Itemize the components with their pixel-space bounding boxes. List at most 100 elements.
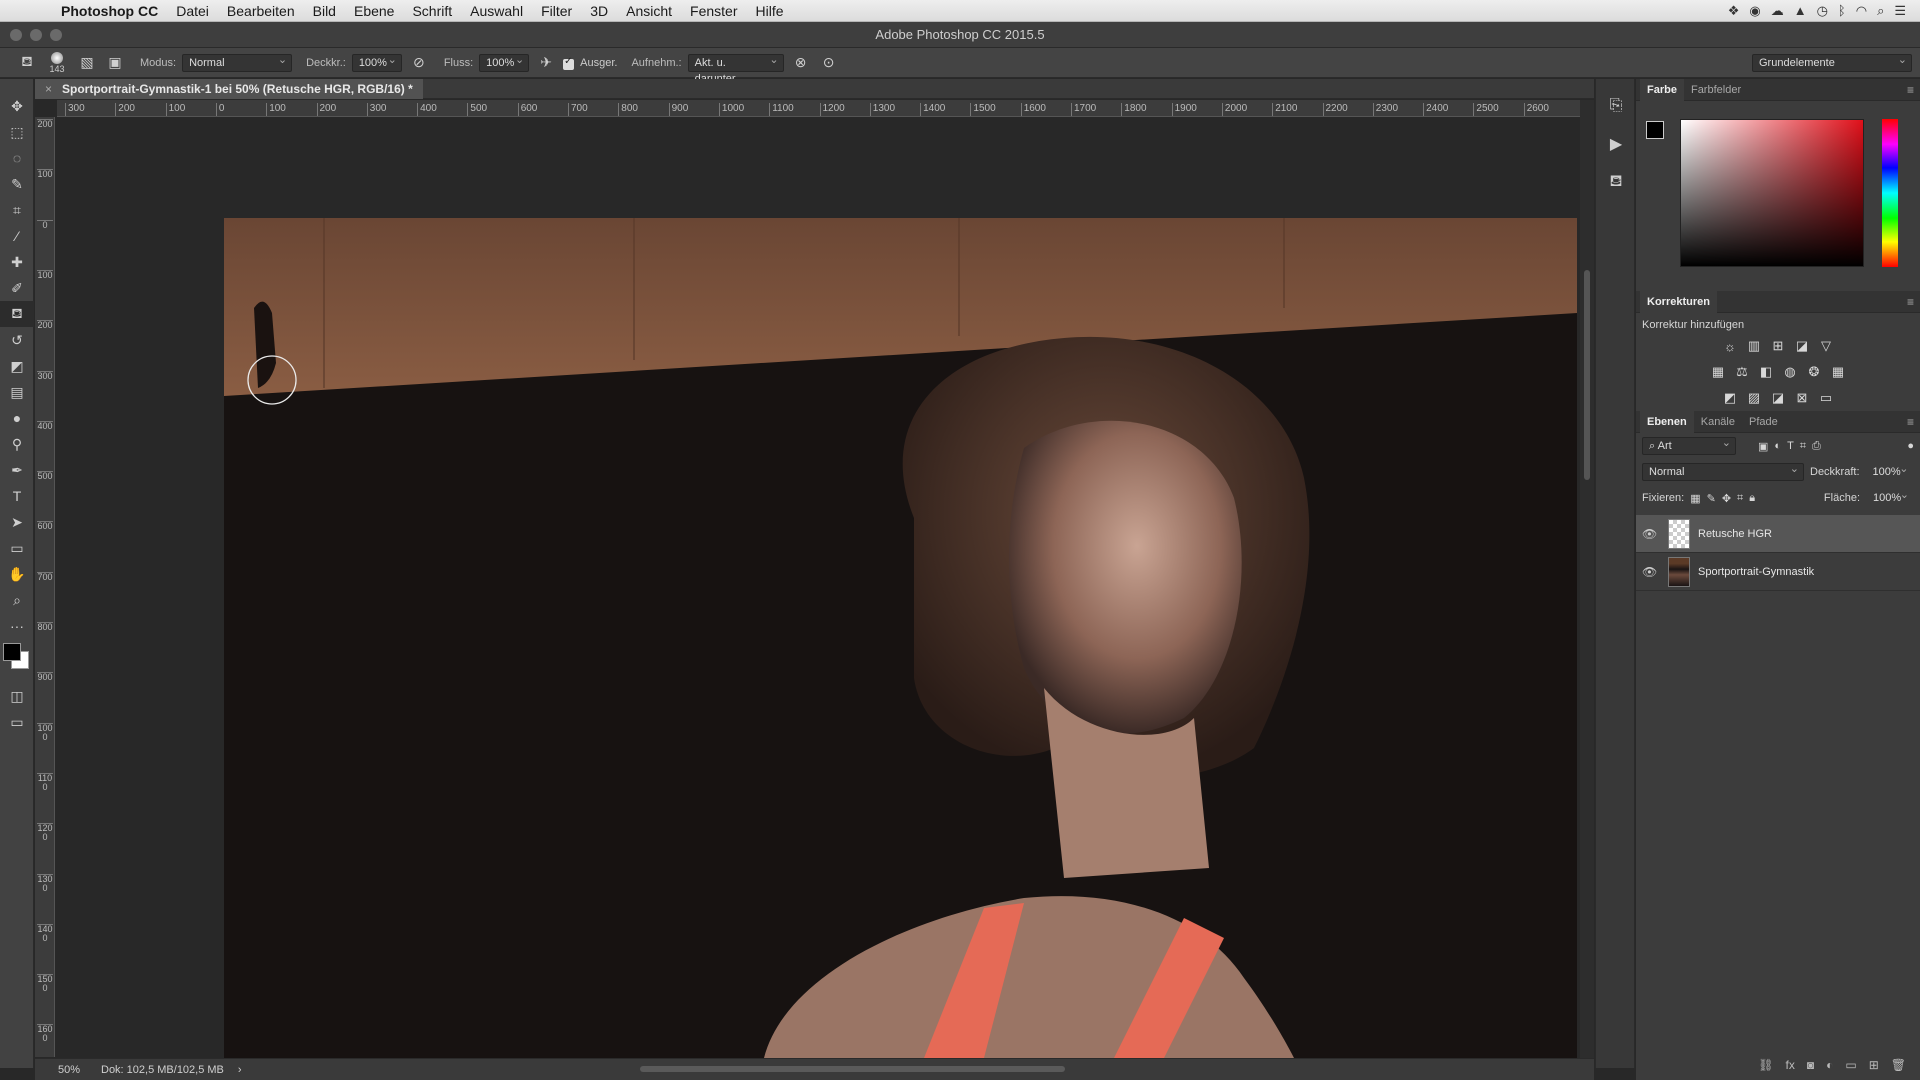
menu-3d[interactable]: 3D bbox=[581, 0, 617, 22]
selective-color-icon[interactable]: ⊠ bbox=[1793, 389, 1811, 407]
document-info[interactable]: Dok: 102,5 MB/102,5 MB bbox=[95, 1064, 224, 1076]
menu-filter[interactable]: Filter bbox=[532, 0, 581, 22]
lock-position-icon[interactable]: ✥ bbox=[1722, 492, 1731, 505]
eraser-icon[interactable]: ◩ bbox=[0, 353, 34, 379]
notification-icon[interactable]: ☰ bbox=[1894, 3, 1906, 19]
timemachine-icon[interactable]: ◷ bbox=[1817, 3, 1828, 19]
filter-pixel-icon[interactable]: ▣ bbox=[1758, 440, 1768, 453]
tab-kanaele[interactable]: Kanäle bbox=[1694, 411, 1742, 433]
foreground-color-swatch[interactable] bbox=[3, 643, 21, 661]
visibility-eye-icon[interactable]: 👁︎ bbox=[1642, 565, 1660, 579]
link-layers-icon[interactable]: ⛓ bbox=[1758, 1058, 1773, 1072]
panel-menu-icon[interactable]: ≡ bbox=[1907, 295, 1914, 309]
photo-filter-icon[interactable]: ◍ bbox=[1781, 363, 1799, 381]
creative-cloud-icon[interactable]: ☁ bbox=[1771, 3, 1784, 19]
zoom-level[interactable]: 50% bbox=[35, 1064, 95, 1076]
sample-select[interactable]: Akt. u. darunter bbox=[687, 52, 784, 85]
gradient-icon[interactable]: ▤ bbox=[0, 379, 34, 405]
lock-artboard-icon[interactable]: ⌗ bbox=[1737, 492, 1743, 505]
dropbox-icon[interactable]: ❖ bbox=[1728, 3, 1740, 19]
new-group-icon[interactable]: ▭ bbox=[1845, 1058, 1856, 1072]
brightness-icon[interactable]: ☼ bbox=[1721, 337, 1739, 355]
hand-icon[interactable]: ✋ bbox=[0, 561, 34, 587]
tab-korrekturen[interactable]: Korrekturen bbox=[1640, 290, 1717, 313]
black-white-icon[interactable]: ◧ bbox=[1757, 363, 1775, 381]
airbrush-icon[interactable]: ✈ bbox=[535, 52, 557, 74]
drive-icon[interactable]: ▲ bbox=[1794, 3, 1807, 19]
clone-stamp-icon[interactable]: ⛾ bbox=[0, 301, 34, 327]
fill-field[interactable]: 100% bbox=[1866, 487, 1914, 507]
ignore-adjustment-icon[interactable]: ⊗ bbox=[790, 52, 812, 74]
filter-shape-icon[interactable]: ⌗ bbox=[1800, 440, 1806, 453]
threshold-icon[interactable]: ◪ bbox=[1769, 389, 1787, 407]
vertical-scroll-thumb[interactable] bbox=[1584, 270, 1590, 480]
filter-adjustment-icon[interactable]: ◐ bbox=[1774, 440, 1781, 452]
levels-icon[interactable]: ▥ bbox=[1745, 337, 1763, 355]
layer-opacity-field[interactable]: 100% bbox=[1866, 461, 1914, 481]
filter-type-icon[interactable]: T bbox=[1787, 440, 1794, 452]
panel-menu-icon[interactable]: ≡ bbox=[1907, 415, 1914, 429]
tab-farbe[interactable]: Farbe bbox=[1640, 78, 1684, 101]
menu-fenster[interactable]: Fenster bbox=[681, 0, 746, 22]
color-balance-icon[interactable]: ⚖ bbox=[1733, 363, 1751, 381]
tab-ebenen[interactable]: Ebenen bbox=[1640, 410, 1694, 433]
lock-pixels-icon[interactable]: ✎ bbox=[1707, 492, 1716, 505]
screen-mode-icon[interactable]: ▭ bbox=[0, 709, 34, 735]
menu-schrift[interactable]: Schrift bbox=[403, 0, 461, 22]
lasso-icon[interactable]: ◌ bbox=[0, 145, 34, 171]
marquee-icon[interactable]: ⬚ bbox=[0, 119, 34, 145]
foreground-color[interactable] bbox=[1646, 121, 1664, 139]
gradient-map-icon[interactable]: ▭ bbox=[1817, 389, 1835, 407]
canvas-area[interactable] bbox=[56, 118, 1577, 1058]
posterize-icon[interactable]: ▨ bbox=[1745, 389, 1763, 407]
menu-bearbeiten[interactable]: Bearbeiten bbox=[218, 0, 304, 22]
wifi-icon[interactable]: ◠ bbox=[1856, 3, 1867, 19]
layer-filter-select[interactable]: ⌕ Art bbox=[1642, 435, 1736, 455]
move-icon[interactable]: ✥ bbox=[0, 93, 34, 119]
layer-row[interactable]: 👁︎ Sportportrait-Gymnastik bbox=[1636, 553, 1920, 591]
vertical-scrollbar[interactable] bbox=[1580, 100, 1594, 1058]
exposure-icon[interactable]: ◪ bbox=[1793, 337, 1811, 355]
flow-field[interactable]: 100% bbox=[479, 52, 530, 72]
menu-bild[interactable]: Bild bbox=[304, 0, 345, 22]
actions-panel-icon[interactable]: ▶ bbox=[1596, 125, 1636, 163]
channel-mixer-icon[interactable]: ❂ bbox=[1805, 363, 1823, 381]
opacity-field[interactable]: 100% bbox=[351, 52, 402, 72]
aligned-checkbox[interactable] bbox=[563, 56, 575, 70]
hue-saturation-icon[interactable]: ▦ bbox=[1709, 363, 1727, 381]
layer-style-icon[interactable]: fx bbox=[1786, 1058, 1795, 1072]
tab-pfade[interactable]: Pfade bbox=[1742, 411, 1785, 433]
healing-icon[interactable]: ✚ bbox=[0, 249, 34, 275]
path-select-icon[interactable]: ➤ bbox=[0, 509, 34, 535]
clone-source-icon[interactable]: ▣ bbox=[104, 52, 126, 74]
delete-layer-icon[interactable]: 🗑︎ bbox=[1891, 1058, 1906, 1072]
spotlight-icon[interactable]: ⌕ bbox=[1877, 3, 1884, 19]
lock-transparency-icon[interactable]: ▦ bbox=[1690, 492, 1700, 505]
eyedropper-icon[interactable]: ⁄ bbox=[0, 223, 34, 249]
brush-panel-icon[interactable]: ▧ bbox=[76, 52, 98, 74]
blend-mode-select[interactable]: Normal bbox=[1642, 461, 1804, 481]
pressure-size-icon[interactable]: ⊙ bbox=[818, 52, 840, 74]
hue-slider[interactable] bbox=[1882, 119, 1898, 267]
quick-mask-icon[interactable]: ◫ bbox=[0, 683, 34, 709]
panel-menu-icon[interactable]: ≡ bbox=[1907, 83, 1914, 97]
clone-source-panel-icon[interactable]: ⛾ bbox=[1596, 163, 1636, 201]
close-tab-icon[interactable]: × bbox=[45, 82, 52, 96]
filter-toggle-icon[interactable]: ● bbox=[1907, 440, 1914, 452]
status-menu-arrow-icon[interactable]: › bbox=[238, 1064, 242, 1076]
rectangle-icon[interactable]: ▭ bbox=[0, 535, 34, 561]
clone-stamp-tool-icon[interactable]: ⛾ bbox=[16, 52, 38, 74]
bluetooth-icon[interactable]: ᛒ bbox=[1838, 3, 1846, 19]
filter-smart-object-icon[interactable]: ⎙ bbox=[1812, 440, 1821, 453]
menu-ebene[interactable]: Ebene bbox=[345, 0, 403, 22]
blur-icon[interactable]: ● bbox=[0, 405, 34, 431]
menu-hilfe[interactable]: Hilfe bbox=[747, 0, 793, 22]
quick-select-icon[interactable]: ✎ bbox=[0, 171, 34, 197]
brush-preset-picker[interactable]: 143 bbox=[44, 51, 70, 74]
mode-select[interactable]: Normal bbox=[182, 52, 293, 72]
menu-app[interactable]: Photoshop CC bbox=[52, 0, 167, 22]
dodge-icon[interactable]: ⚲ bbox=[0, 431, 34, 457]
horizontal-scroll-thumb[interactable] bbox=[640, 1066, 1065, 1072]
color-picker-field[interactable] bbox=[1680, 119, 1864, 267]
brush-icon[interactable]: ✐ bbox=[0, 275, 34, 301]
